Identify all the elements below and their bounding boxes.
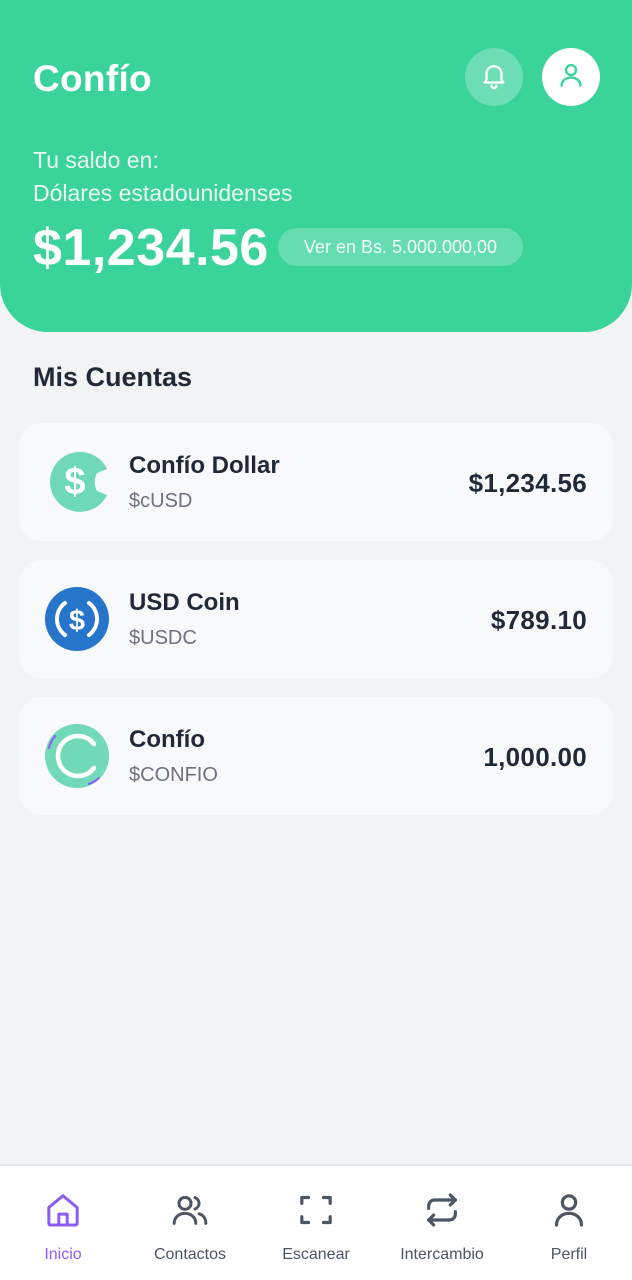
nav-label: Contactos	[153, 1246, 227, 1263]
account-amount: 1,000.00	[483, 742, 587, 772]
bottom-navigation: Inicio Contactos Escanear Intercambio Pe…	[0, 1164, 632, 1280]
user-icon	[547, 1188, 591, 1232]
app-title: Confío	[33, 58, 152, 99]
account-symbol: $cUSD	[129, 490, 193, 512]
nav-label: Perfil	[550, 1246, 588, 1263]
usdc-coin-icon: $	[45, 587, 109, 651]
nav-item-inicio[interactable]: Inicio	[0, 1188, 126, 1268]
account-symbol: $USDC	[129, 627, 197, 649]
account-card-usdc[interactable]: $ USD Coin $USDC $789.10	[19, 560, 613, 678]
nav-item-contactos[interactable]: Contactos	[127, 1188, 253, 1268]
svg-text:$: $	[64, 461, 85, 503]
svg-text:$: $	[69, 605, 85, 637]
account-name: USD Coin	[129, 589, 240, 616]
nav-label: Escanear	[282, 1246, 350, 1263]
balance-currency-label: Dólares estadounidenses	[33, 180, 293, 206]
account-card-cusd[interactable]: $ Confío Dollar $cUSD $1,234.56	[19, 423, 613, 541]
account-amount: $789.10	[490, 605, 587, 635]
home-icon	[41, 1188, 85, 1232]
account-name: Confío	[129, 726, 205, 753]
exchange-icon	[420, 1188, 464, 1232]
accounts-section-title: Mis Cuentas	[33, 362, 193, 392]
profile-button[interactable]	[542, 48, 600, 106]
cusd-coin-icon: $	[45, 450, 109, 514]
nav-item-intercambio[interactable]: Intercambio	[379, 1188, 505, 1268]
account-card-confio[interactable]: Confío $CONFIO 1,000.00	[19, 697, 613, 815]
home-screen: Confío Tu saldo en: Dólares estadouniden…	[0, 0, 632, 1280]
nav-label: Intercambio	[400, 1246, 484, 1263]
balance-amount: $1,234.56	[33, 219, 269, 277]
users-icon	[168, 1188, 212, 1232]
user-icon	[556, 60, 586, 95]
convert-currency-button[interactable]: Ver en Bs. 5.000.000,00	[278, 228, 523, 266]
confio-coin-icon	[45, 724, 109, 788]
nav-item-escanear[interactable]: Escanear	[253, 1188, 379, 1268]
nav-item-perfil[interactable]: Perfil	[506, 1188, 632, 1268]
account-amount: $1,234.56	[468, 468, 587, 498]
balance-header: Confío Tu saldo en: Dólares estadouniden…	[0, 0, 632, 332]
nav-label: Inicio	[44, 1246, 82, 1263]
account-symbol: $CONFIO	[129, 764, 218, 786]
notifications-button[interactable]	[465, 48, 523, 106]
balance-label: Tu saldo en: Dólares estadounidenses	[33, 144, 293, 210]
account-name: Confío Dollar	[129, 452, 280, 479]
bell-icon	[479, 60, 509, 95]
balance-label-line1: Tu saldo en:	[33, 147, 159, 173]
scan-icon	[294, 1188, 338, 1232]
